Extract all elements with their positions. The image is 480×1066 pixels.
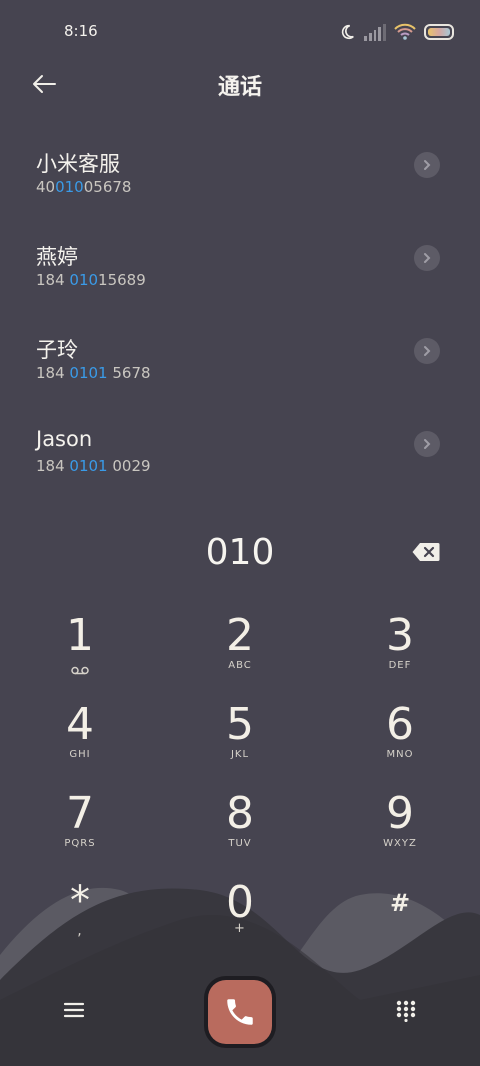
key-star[interactable]: * , — [20, 879, 140, 959]
voicemail-icon — [71, 666, 89, 675]
key-6[interactable]: 6 MNO — [340, 701, 460, 781]
contact-number: 184 0101 5678 — [36, 364, 151, 382]
status-bar: 8:16 — [0, 0, 480, 62]
contact-detail-button[interactable] — [414, 338, 440, 364]
dial-entry: 010 — [0, 530, 480, 580]
keypad: 1 2 ABC 3 DEF 4 GHI 5 JKL 6 MNO 7 PQRS 8… — [0, 612, 480, 972]
contact-row[interactable]: 小米客服 4001005678 — [0, 140, 480, 233]
signal-icon — [364, 23, 386, 41]
key-4[interactable]: 4 GHI — [20, 701, 140, 781]
status-icons — [338, 22, 454, 42]
contact-detail-button[interactable] — [414, 152, 440, 178]
dialed-number: 010 — [205, 532, 275, 573]
key-3[interactable]: 3 DEF — [340, 612, 460, 692]
key-1[interactable]: 1 — [20, 612, 140, 692]
wifi-icon — [394, 23, 416, 40]
contact-number: 184 0101 0029 — [36, 457, 151, 475]
key-2[interactable]: 2 ABC — [180, 612, 300, 692]
number-match: 010 — [69, 271, 99, 289]
moon-icon — [341, 24, 354, 39]
chevron-right-icon — [424, 160, 431, 170]
contact-number: 4001005678 — [36, 178, 132, 196]
chevron-right-icon — [424, 346, 431, 356]
contact-name: 燕婷 — [36, 245, 78, 269]
contact-row[interactable]: 燕婷 184 01015689 — [0, 233, 480, 326]
chevron-right-icon — [424, 439, 431, 449]
contact-detail-button[interactable] — [414, 245, 440, 271]
bottom-bar — [0, 972, 480, 1066]
menu-icon[interactable] — [62, 1000, 86, 1020]
key-5[interactable]: 5 JKL — [180, 701, 300, 781]
number-match: 0101 — [69, 457, 108, 475]
header: 通话 — [0, 62, 480, 104]
contact-name: Jason — [36, 427, 93, 451]
call-button[interactable] — [208, 980, 272, 1044]
status-time: 8:16 — [64, 22, 98, 40]
contact-list: 小米客服 4001005678 燕婷 184 01015689 子玲 184 0… — [0, 140, 480, 512]
contact-name: 子玲 — [36, 338, 78, 362]
contact-row[interactable]: 子玲 184 0101 5678 — [0, 326, 480, 419]
contact-number: 184 01015689 — [36, 271, 146, 289]
dialpad-icon[interactable] — [396, 1000, 416, 1022]
contact-detail-button[interactable] — [414, 431, 440, 457]
contact-row[interactable]: Jason 184 0101 0029 — [0, 419, 480, 512]
key-0[interactable]: 0 + — [180, 879, 300, 959]
key-hash[interactable]: # — [340, 888, 460, 968]
number-match: 010 — [55, 178, 84, 196]
key-8[interactable]: 8 TUV — [180, 790, 300, 870]
contact-name: 小米客服 — [36, 152, 120, 176]
number-match: 0101 — [69, 364, 108, 382]
backspace-icon[interactable] — [412, 542, 440, 562]
battery-icon — [424, 24, 454, 40]
chevron-right-icon — [424, 253, 431, 263]
phone-icon — [227, 999, 253, 1025]
page-title: 通话 — [217, 75, 262, 100]
key-9[interactable]: 9 WXYZ — [340, 790, 460, 870]
key-7[interactable]: 7 PQRS — [20, 790, 140, 870]
